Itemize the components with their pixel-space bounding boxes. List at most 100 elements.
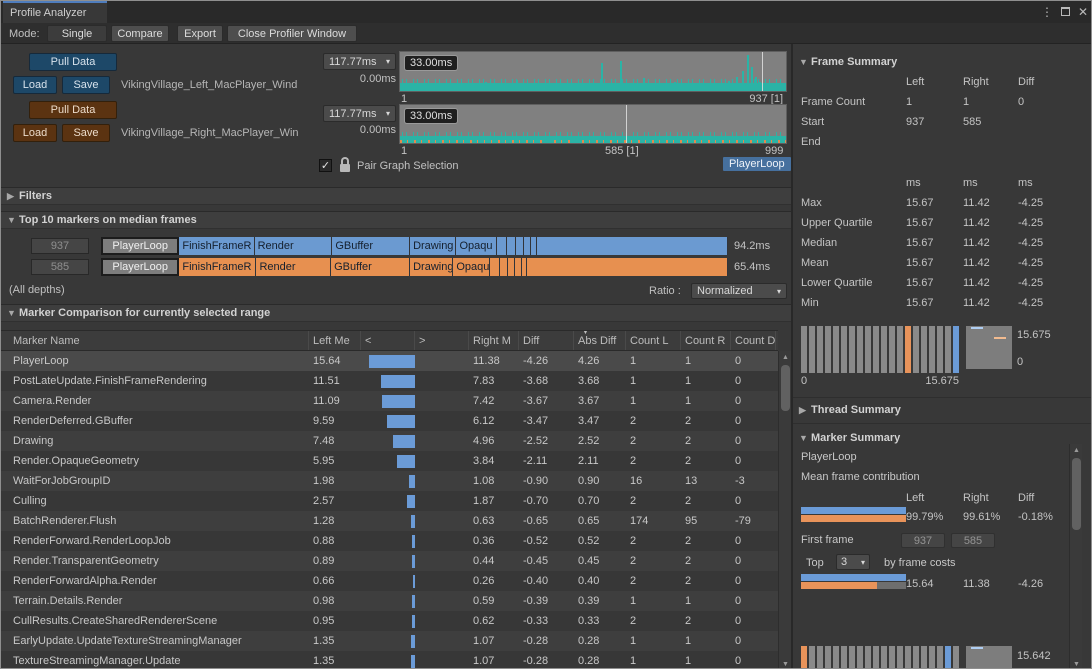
column-header[interactable]: Count R xyxy=(681,331,731,350)
thread-summary-header[interactable]: ▶ Thread Summary xyxy=(793,401,1092,419)
right-panel-scrollbar[interactable]: ▲ ▼ xyxy=(1069,444,1082,669)
marker-segment[interactable]: PlayerLoop xyxy=(101,258,179,276)
save-right-button[interactable]: Save xyxy=(62,124,110,142)
left-median-bar xyxy=(411,655,415,668)
table-row[interactable]: WaitForJobGroupID1.981.08-0.900.901613-3 xyxy=(1,471,778,491)
table-row[interactable]: Culling2.571.87-0.700.70220 xyxy=(1,491,778,511)
table-row[interactable]: BatchRenderer.Flush1.280.63-0.650.651749… xyxy=(1,511,778,531)
marker-segment-small[interactable] xyxy=(490,258,499,276)
first-frame-left-button[interactable]: 937 xyxy=(901,533,945,548)
marker-segment[interactable]: Render xyxy=(255,237,333,255)
marker-segment[interactable]: GBuffer xyxy=(332,237,410,255)
table-row[interactable]: TextureStreamingManager.Update1.351.07-0… xyxy=(1,651,778,669)
table-row[interactable]: PlayerLoop15.6411.38-4.264.26110 xyxy=(1,351,778,371)
cost-values: 15.6411.38-4.26 xyxy=(793,575,1092,595)
load-right-button[interactable]: Load xyxy=(13,124,57,142)
table-scrollbar[interactable]: ▲ ▼ xyxy=(778,351,791,669)
marker-segment[interactable]: Opaqu xyxy=(456,237,496,255)
table-row[interactable]: Drawing7.484.96-2.522.52220 xyxy=(1,431,778,451)
right-scale-dropdown[interactable]: 117.77ms▾ xyxy=(323,105,396,122)
table-row[interactable]: Camera.Render11.097.42-3.673.67110 xyxy=(1,391,778,411)
histogram-bar xyxy=(929,326,935,373)
close-profiler-window-button[interactable]: Close Profiler Window xyxy=(227,25,357,42)
value-cell: 1 xyxy=(626,395,681,407)
marker-segment-small[interactable] xyxy=(508,258,516,276)
kebab-menu-icon[interactable]: ⋮ xyxy=(1039,3,1055,20)
frame-summary-header[interactable]: ▼ Frame Summary xyxy=(793,53,1092,71)
marker-segment-small[interactable] xyxy=(537,237,728,255)
table-row[interactable]: CullResults.CreateSharedRendererScene0.9… xyxy=(1,611,778,631)
marker-segment[interactable]: Render xyxy=(256,258,331,276)
maximize-icon[interactable] xyxy=(1057,3,1073,20)
scroll-up-icon[interactable]: ▲ xyxy=(1070,444,1083,456)
load-left-button[interactable]: Load xyxy=(13,76,57,94)
graph-spike xyxy=(535,86,537,91)
marker-segment[interactable]: Drawing xyxy=(410,237,456,255)
column-header[interactable]: Diff xyxy=(519,331,574,350)
marker-segment[interactable]: GBuffer xyxy=(331,258,410,276)
value-cell: 0.95 xyxy=(309,615,361,627)
value-cell: 0 xyxy=(731,375,776,387)
filters-section-header[interactable]: ▶ Filters xyxy=(1,187,791,205)
frame-number-button[interactable]: 937 xyxy=(31,238,89,254)
export-button[interactable]: Export xyxy=(177,25,223,42)
marker-summary-header[interactable]: ▼ Marker Summary xyxy=(793,429,1092,447)
marker-segment[interactable]: FinishFrameR xyxy=(179,237,254,255)
marker-segment-small[interactable] xyxy=(500,258,508,276)
pull-data-right-button[interactable]: Pull Data xyxy=(29,101,117,119)
marker-segment[interactable]: PlayerLoop xyxy=(101,237,179,255)
toolbar: Mode: Single Compare Export Close Profil… xyxy=(1,23,1091,44)
table-row[interactable]: PostLateUpdate.FinishFrameRendering11.51… xyxy=(1,371,778,391)
table-row[interactable]: RenderForwardAlpha.Render0.660.26-0.400.… xyxy=(1,571,778,591)
marker-segment[interactable]: Drawing xyxy=(410,258,453,276)
pull-data-left-button[interactable]: Pull Data xyxy=(29,53,117,71)
first-frame-right-button[interactable]: 585 xyxy=(951,533,995,548)
value-cell: 1.87 xyxy=(469,495,519,507)
table-row[interactable]: Terrain.Details.Render0.980.59-0.390.391… xyxy=(1,591,778,611)
pair-graph-selection-checkbox[interactable]: ✓ xyxy=(319,159,332,172)
selected-marker-chip[interactable]: PlayerLoop xyxy=(723,157,791,171)
top-count-dropdown[interactable]: 3▾ xyxy=(836,554,870,570)
marker-segment[interactable]: FinishFrameR xyxy=(179,258,256,276)
table-row[interactable]: RenderForward.RenderLoopJob0.880.36-0.52… xyxy=(1,531,778,551)
column-header[interactable]: Right M xyxy=(469,331,519,350)
marker-segment-small[interactable] xyxy=(507,237,516,255)
table-scrollbar-thumb[interactable] xyxy=(781,365,790,411)
column-header[interactable]: Abs Diff▼ xyxy=(574,331,626,350)
close-icon[interactable]: ✕ xyxy=(1075,3,1091,20)
marker-comparison-section-header[interactable]: ▼ Marker Comparison for currently select… xyxy=(1,304,791,322)
value-cell: -0.45 xyxy=(519,555,574,567)
table-row[interactable]: Render.TransparentGeometry0.890.44-0.450… xyxy=(1,551,778,571)
column-header[interactable]: Left Me xyxy=(309,331,361,350)
marker-segment-small[interactable] xyxy=(527,258,728,276)
scroll-down-icon[interactable]: ▼ xyxy=(1070,658,1083,669)
left-scale-dropdown[interactable]: 117.77ms▾ xyxy=(323,53,396,70)
mode-single-button[interactable]: Single xyxy=(47,25,107,42)
table-row[interactable]: RenderDeferred.GBuffer9.596.12-3.473.472… xyxy=(1,411,778,431)
table-row[interactable]: EarlyUpdate.UpdateTextureStreamingManage… xyxy=(1,631,778,651)
ratio-dropdown[interactable]: Normalized▾ xyxy=(691,283,787,299)
mode-compare-button[interactable]: Compare xyxy=(111,25,169,42)
marker-segment[interactable]: Opaqu xyxy=(453,258,490,276)
value-cell: 0.66 xyxy=(309,575,361,587)
right-frame-graph[interactable]: 33.00ms xyxy=(399,104,787,144)
left-frame-graph[interactable]: 33.00ms xyxy=(399,51,787,92)
column-header[interactable]: Count L xyxy=(626,331,681,350)
column-header[interactable]: Marker Name xyxy=(9,331,309,350)
marker-segment-small[interactable] xyxy=(524,237,531,255)
tab-profile-analyzer[interactable]: Profile Analyzer xyxy=(3,1,107,23)
right-scrollbar-thumb[interactable] xyxy=(1072,458,1081,530)
table-row[interactable]: Render.OpaqueGeometry5.953.84-2.112.1122… xyxy=(1,451,778,471)
mode-label: Mode: xyxy=(9,28,40,40)
frame-number-button[interactable]: 585 xyxy=(31,259,89,275)
marker-segment-small[interactable] xyxy=(497,237,507,255)
marker-segment-small[interactable] xyxy=(516,237,524,255)
save-left-button[interactable]: Save xyxy=(62,76,110,94)
top10-section-header[interactable]: ▼ Top 10 markers on median frames xyxy=(1,211,791,229)
column-header[interactable]: < xyxy=(361,331,415,350)
histogram-bar xyxy=(817,326,823,373)
value-cell: -3.47 xyxy=(519,415,574,427)
column-header[interactable]: > xyxy=(415,331,469,350)
column-header[interactable]: Count D xyxy=(731,331,776,350)
lock-icon[interactable] xyxy=(339,157,351,173)
